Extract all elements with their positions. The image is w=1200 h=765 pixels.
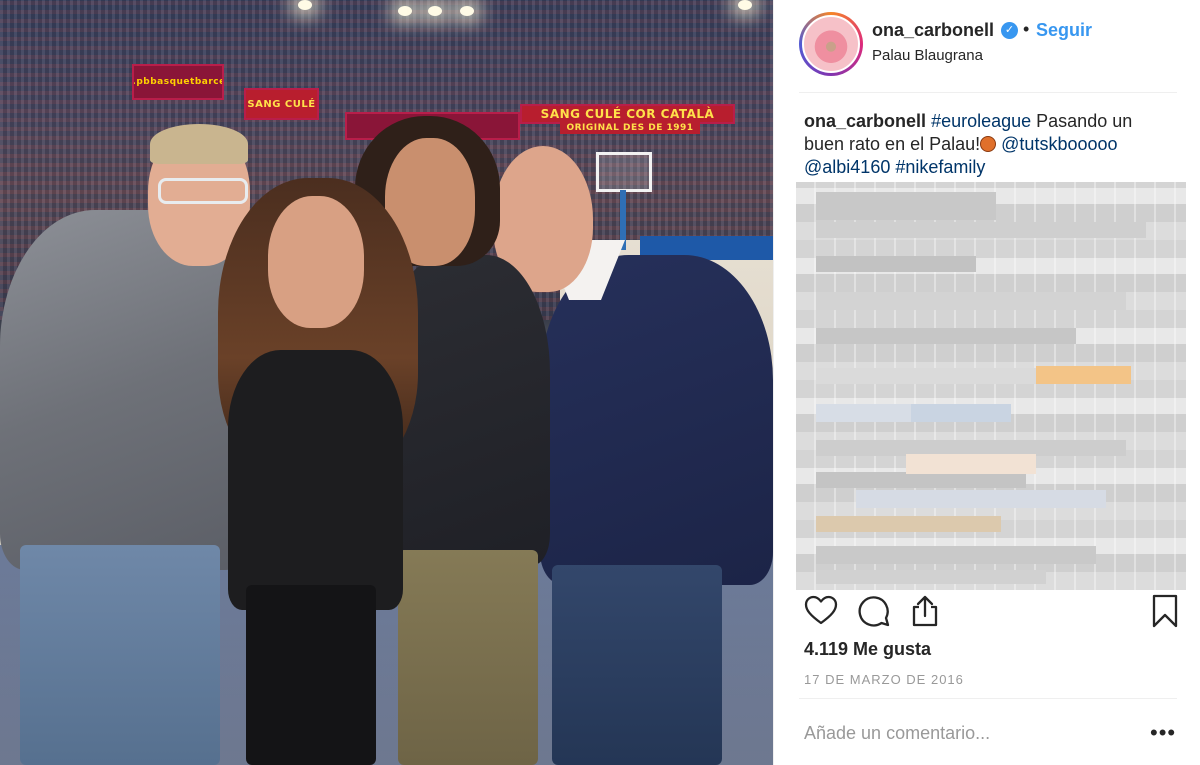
person-4-jeans bbox=[552, 565, 722, 765]
username-link[interactable]: ona_carbonell bbox=[872, 20, 994, 41]
separator-dot: • bbox=[1023, 19, 1030, 39]
glasses bbox=[158, 178, 248, 204]
divider bbox=[799, 92, 1177, 93]
person-3-trousers bbox=[398, 550, 538, 765]
likes-count[interactable]: 4.119 Me gusta bbox=[804, 639, 931, 660]
post-date[interactable]: 17 DE MARZO DE 2016 bbox=[804, 672, 964, 687]
mention-link[interactable]: @tutskbooooo bbox=[1001, 134, 1117, 154]
arena-light bbox=[738, 0, 752, 10]
person-2-jeans bbox=[246, 585, 376, 765]
post-header: ona_carbonell ✓ • Seguir Palau Blaugrana bbox=[774, 0, 1200, 92]
post-caption: ona_carbonell #euroleague Pasando un bue… bbox=[804, 110, 1176, 179]
person-1-hair bbox=[150, 124, 248, 164]
avatar[interactable] bbox=[802, 15, 860, 73]
verified-badge-icon: ✓ bbox=[1001, 22, 1018, 39]
follow-button[interactable]: Seguir bbox=[1036, 20, 1092, 41]
share-icon[interactable] bbox=[908, 594, 942, 628]
hashtag-link[interactable]: #nikefamily bbox=[895, 157, 985, 177]
action-bar bbox=[804, 594, 1178, 630]
basketball-hoop bbox=[596, 152, 652, 192]
arena-banner: SANG CULÉ COR CATALÀ bbox=[520, 104, 735, 124]
divider bbox=[799, 698, 1177, 699]
arena-banner: SANG CULÉ bbox=[244, 88, 319, 120]
person-2-face bbox=[268, 196, 364, 328]
person-1-jeans bbox=[20, 545, 220, 765]
hashtag-link[interactable]: #euroleague bbox=[931, 111, 1031, 131]
story-ring[interactable] bbox=[799, 12, 863, 76]
more-options-button[interactable]: ••• bbox=[1150, 720, 1176, 746]
post-sidebar: ona_carbonell ✓ • Seguir Palau Blaugrana… bbox=[773, 0, 1200, 765]
basketball-emoji-icon bbox=[980, 136, 997, 152]
arena-light bbox=[460, 6, 474, 16]
comment-icon[interactable] bbox=[857, 594, 891, 628]
location-link[interactable]: Palau Blaugrana bbox=[872, 47, 983, 64]
heart-icon[interactable] bbox=[804, 594, 838, 628]
caption-username-link[interactable]: ona_carbonell bbox=[804, 111, 926, 131]
mention-link[interactable]: @albi4160 bbox=[804, 157, 890, 177]
person-2-jacket bbox=[228, 350, 403, 610]
pixelated-comments bbox=[796, 182, 1186, 590]
post-photo[interactable]: www.pbbasquetbarcelona SANG CULÉ P.B.B S… bbox=[0, 0, 773, 765]
arena-light bbox=[398, 6, 412, 16]
comment-input[interactable]: Añade un comentario... bbox=[804, 723, 990, 744]
bookmark-icon[interactable] bbox=[1148, 594, 1182, 628]
arena-light bbox=[298, 0, 312, 10]
person-4-sweater bbox=[540, 255, 773, 585]
arena-banner: www.pbbasquetbarcelona bbox=[132, 64, 224, 100]
arena-banner: ORIGINAL DES DE 1991 bbox=[560, 122, 700, 134]
arena-light bbox=[428, 6, 442, 16]
